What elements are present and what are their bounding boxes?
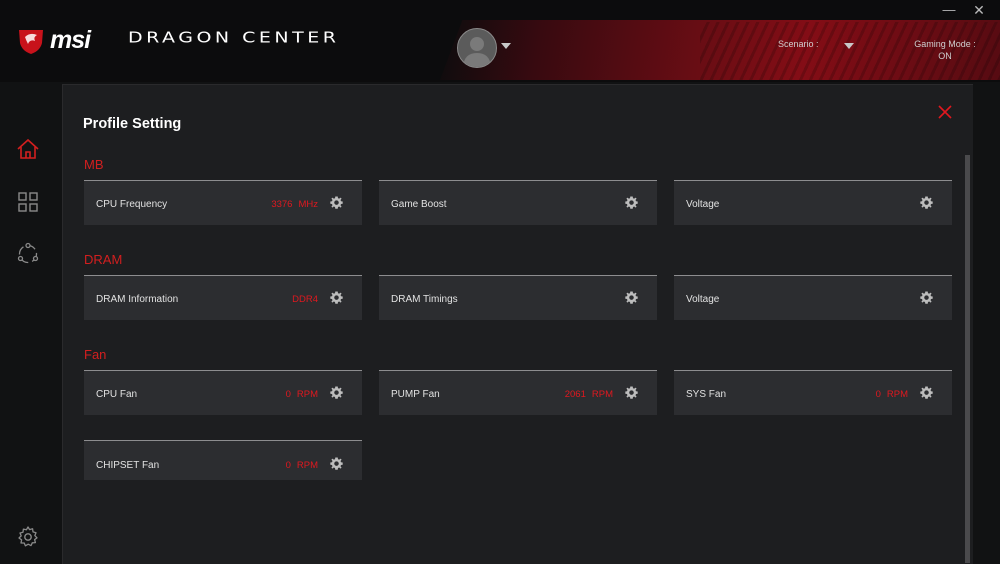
card-cpu-frequency[interactable]: CPU Frequency 3376 MHz (84, 180, 362, 225)
sidebar (0, 82, 60, 563)
gear-icon[interactable] (624, 195, 639, 210)
title-bar: msi DRAGON CENTER Scenario : Gaming Mode… (0, 0, 1000, 82)
msi-dragon-logo-icon (19, 30, 43, 54)
card-label: PUMP Fan (391, 389, 440, 400)
card-value: 0 RPM (280, 460, 318, 471)
gear-icon[interactable] (624, 290, 639, 305)
brand-logo: msi (50, 26, 91, 54)
value-unit: RPM (296, 389, 318, 400)
scrollbar[interactable] (965, 155, 970, 563)
section-label-dram: DRAM (84, 252, 123, 267)
card-label: DRAM Information (96, 294, 179, 305)
scenario-label: Scenario : (778, 39, 819, 49)
section-label-fan: Fan (84, 347, 107, 362)
grid-icon[interactable] (16, 190, 40, 214)
card-label: SYS Fan (686, 389, 727, 400)
gear-icon[interactable] (919, 290, 934, 305)
value-unit: MHz (298, 199, 318, 210)
value-unit: RPM (296, 460, 318, 471)
share-network-icon[interactable] (16, 242, 40, 266)
card-chipset-fan[interactable]: CHIPSET Fan 0 RPM (84, 440, 362, 480)
value-number: DDR4 (292, 294, 318, 305)
card-value: 0 RPM (280, 389, 318, 400)
minimize-button[interactable]: — (941, 3, 957, 17)
gaming-mode-toggle[interactable]: ON (900, 51, 990, 61)
home-icon[interactable] (16, 137, 40, 161)
card-pump-fan[interactable]: PUMP Fan 2061 RPM (379, 370, 657, 415)
card-label: Game Boost (391, 199, 447, 210)
user-avatar[interactable] (457, 28, 497, 68)
card-value: 2061 RPM (559, 389, 613, 400)
gear-icon[interactable] (329, 456, 344, 471)
gaming-mode-label: Gaming Mode : (914, 39, 976, 49)
card-dram-information[interactable]: DRAM Information DDR4 (84, 275, 362, 320)
card-label: DRAM Timings (391, 294, 458, 305)
card-label: CHIPSET Fan (96, 460, 160, 471)
value-number: 0 (285, 389, 291, 400)
card-value: DDR4 (286, 294, 318, 305)
app-title: DRAGON CENTER (128, 29, 340, 47)
gear-icon[interactable] (329, 195, 344, 210)
value-unit: RPM (591, 389, 613, 400)
card-label: Voltage (686, 294, 720, 305)
gear-icon[interactable] (329, 290, 344, 305)
gear-icon[interactable] (329, 385, 344, 400)
card-label: Voltage (686, 199, 720, 210)
card-label: CPU Fan (96, 389, 138, 400)
value-number: 0 (285, 460, 291, 471)
section-label-mb: MB (84, 157, 104, 172)
close-icon[interactable] (936, 103, 954, 121)
scenario-dropdown-chevron-down-icon[interactable] (844, 43, 854, 49)
value-number: 2061 (564, 389, 586, 400)
profile-setting-panel: Profile Setting MB CPU Frequency 3376 MHz… (62, 84, 973, 564)
card-sys-fan[interactable]: SYS Fan 0 RPM (674, 370, 952, 415)
user-menu-chevron-down-icon[interactable] (501, 43, 511, 49)
gear-icon[interactable] (624, 385, 639, 400)
card-dram-voltage[interactable]: Voltage (674, 275, 952, 320)
value-unit: RPM (886, 389, 908, 400)
card-mb-voltage[interactable]: Voltage (674, 180, 952, 225)
page-title: Profile Setting (83, 116, 182, 132)
settings-gear-icon[interactable] (16, 525, 40, 549)
card-label: CPU Frequency (96, 199, 168, 210)
card-dram-timings[interactable]: DRAM Timings (379, 275, 657, 320)
card-value: 3376 MHz (265, 199, 318, 210)
card-game-boost[interactable]: Game Boost (379, 180, 657, 225)
gear-icon[interactable] (919, 385, 934, 400)
card-value: 0 RPM (870, 389, 908, 400)
gear-icon[interactable] (919, 195, 934, 210)
user-silhouette-icon (463, 37, 491, 67)
window-close-button[interactable]: ✕ (971, 2, 987, 18)
card-cpu-fan[interactable]: CPU Fan 0 RPM (84, 370, 362, 415)
value-number: 0 (875, 389, 881, 400)
value-number: 3376 (271, 199, 293, 210)
